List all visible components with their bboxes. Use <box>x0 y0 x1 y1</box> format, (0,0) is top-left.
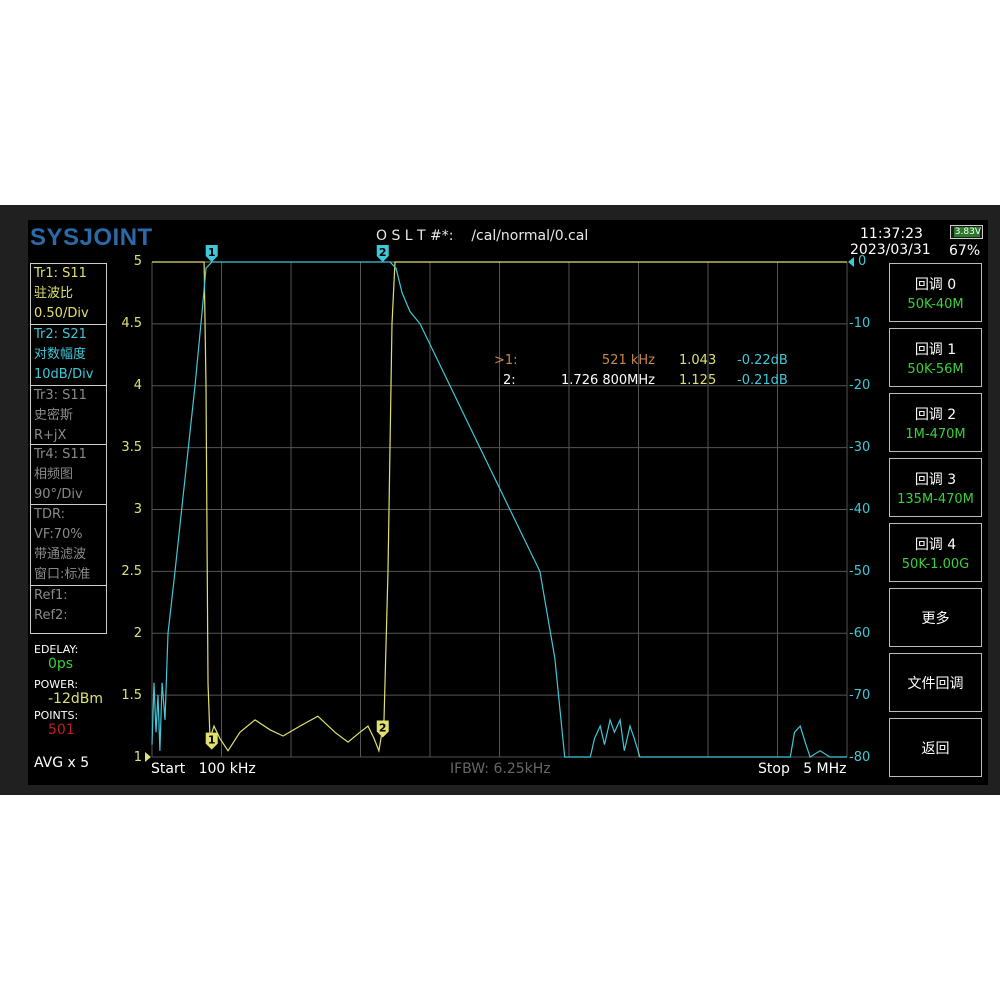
recall-button-7[interactable]: 返回 <box>889 718 982 777</box>
y-left-tick: 4 <box>133 378 142 393</box>
ifbw[interactable]: IFBW: 6.25kHz <box>450 761 551 777</box>
y-right-tick: -60 <box>849 626 871 641</box>
y-right-tick: -10 <box>849 316 871 331</box>
button-range: 50K-40M <box>907 296 964 312</box>
y-left-tick: 1.5 <box>121 688 142 703</box>
battery-icon: 3.83V <box>950 225 983 239</box>
button-range: 50K-56M <box>907 361 964 377</box>
marker-1-flag-label: 1 <box>208 246 216 259</box>
y-left-tick: 2 <box>133 626 142 641</box>
marker-1-prefix: >1: <box>494 353 518 368</box>
button-range: 1M-470M <box>905 426 966 442</box>
recall-button-1[interactable]: 回调 1 50K-56M <box>889 328 982 387</box>
y-left-tick: 3.5 <box>121 440 142 455</box>
ref-arrow-right-icon <box>848 257 854 267</box>
marker-1-db: -0.22dB <box>737 353 788 368</box>
y-left-tick: 4.5 <box>121 316 142 331</box>
y-right-tick: -50 <box>849 564 871 579</box>
marker-2-vswr: 1.125 <box>679 373 717 388</box>
stop-freq[interactable]: Stop 5 MHz <box>758 761 847 777</box>
y-right-tick: -40 <box>849 502 871 517</box>
button-label: 更多 <box>921 610 950 627</box>
button-label: 返回 <box>921 740 950 757</box>
marker-2-prefix: 2: <box>503 373 516 388</box>
recall-button-2[interactable]: 回调 2 1M-470M <box>889 393 982 452</box>
start-freq[interactable]: Start 100 kHz <box>151 761 256 777</box>
recall-button-0[interactable]: 回调 0 50K-40M <box>889 263 982 322</box>
recall-button-6[interactable]: 文件回调 <box>889 653 982 712</box>
button-range: 135M-470M <box>897 491 974 507</box>
button-label: 文件回调 <box>907 675 964 692</box>
y-left-tick: 3 <box>133 502 142 517</box>
marker-1-vswr: 1.043 <box>679 353 717 368</box>
y-right-tick: -70 <box>849 688 871 703</box>
chart[interactable]: 1 1 2 2 <box>0 0 1000 1000</box>
button-label: 回调 2 <box>914 406 957 423</box>
y-right-tick: 0 <box>858 254 867 269</box>
start-value: 100 kHz <box>198 761 256 777</box>
marker-1-flag-label: 1 <box>208 734 216 747</box>
y-left-tick: 5 <box>133 254 142 269</box>
button-label: 回调 4 <box>914 536 957 553</box>
button-range: 50K-1.00G <box>901 556 970 572</box>
y-right-tick: -30 <box>849 440 871 455</box>
start-label: Start <box>151 761 186 777</box>
stop-value: 5 MHz <box>803 761 847 777</box>
recall-button-3[interactable]: 回调 3 135M-470M <box>889 458 982 517</box>
button-label: 回调 3 <box>914 471 957 488</box>
button-label: 回调 0 <box>914 276 957 293</box>
y-left-tick: 2.5 <box>121 564 142 579</box>
marker-1-freq: 521 kHz <box>601 353 655 368</box>
y-right-tick: -80 <box>849 750 871 765</box>
marker-2-freq: 1.726 800MHz <box>561 373 655 388</box>
battery-voltage: 3.83V <box>954 227 981 237</box>
marker-2-db: -0.21dB <box>737 373 788 388</box>
stop-label: Stop <box>758 761 790 777</box>
marker-2-flag-label: 2 <box>379 246 387 259</box>
button-label: 回调 1 <box>914 341 957 358</box>
y-right-tick: -20 <box>849 378 871 393</box>
recall-button-5[interactable]: 更多 <box>889 588 982 647</box>
y-left-tick: 1 <box>133 750 142 765</box>
marker-2-flag-label: 2 <box>379 722 387 735</box>
recall-button-4[interactable]: 回调 4 50K-1.00G <box>889 523 982 582</box>
